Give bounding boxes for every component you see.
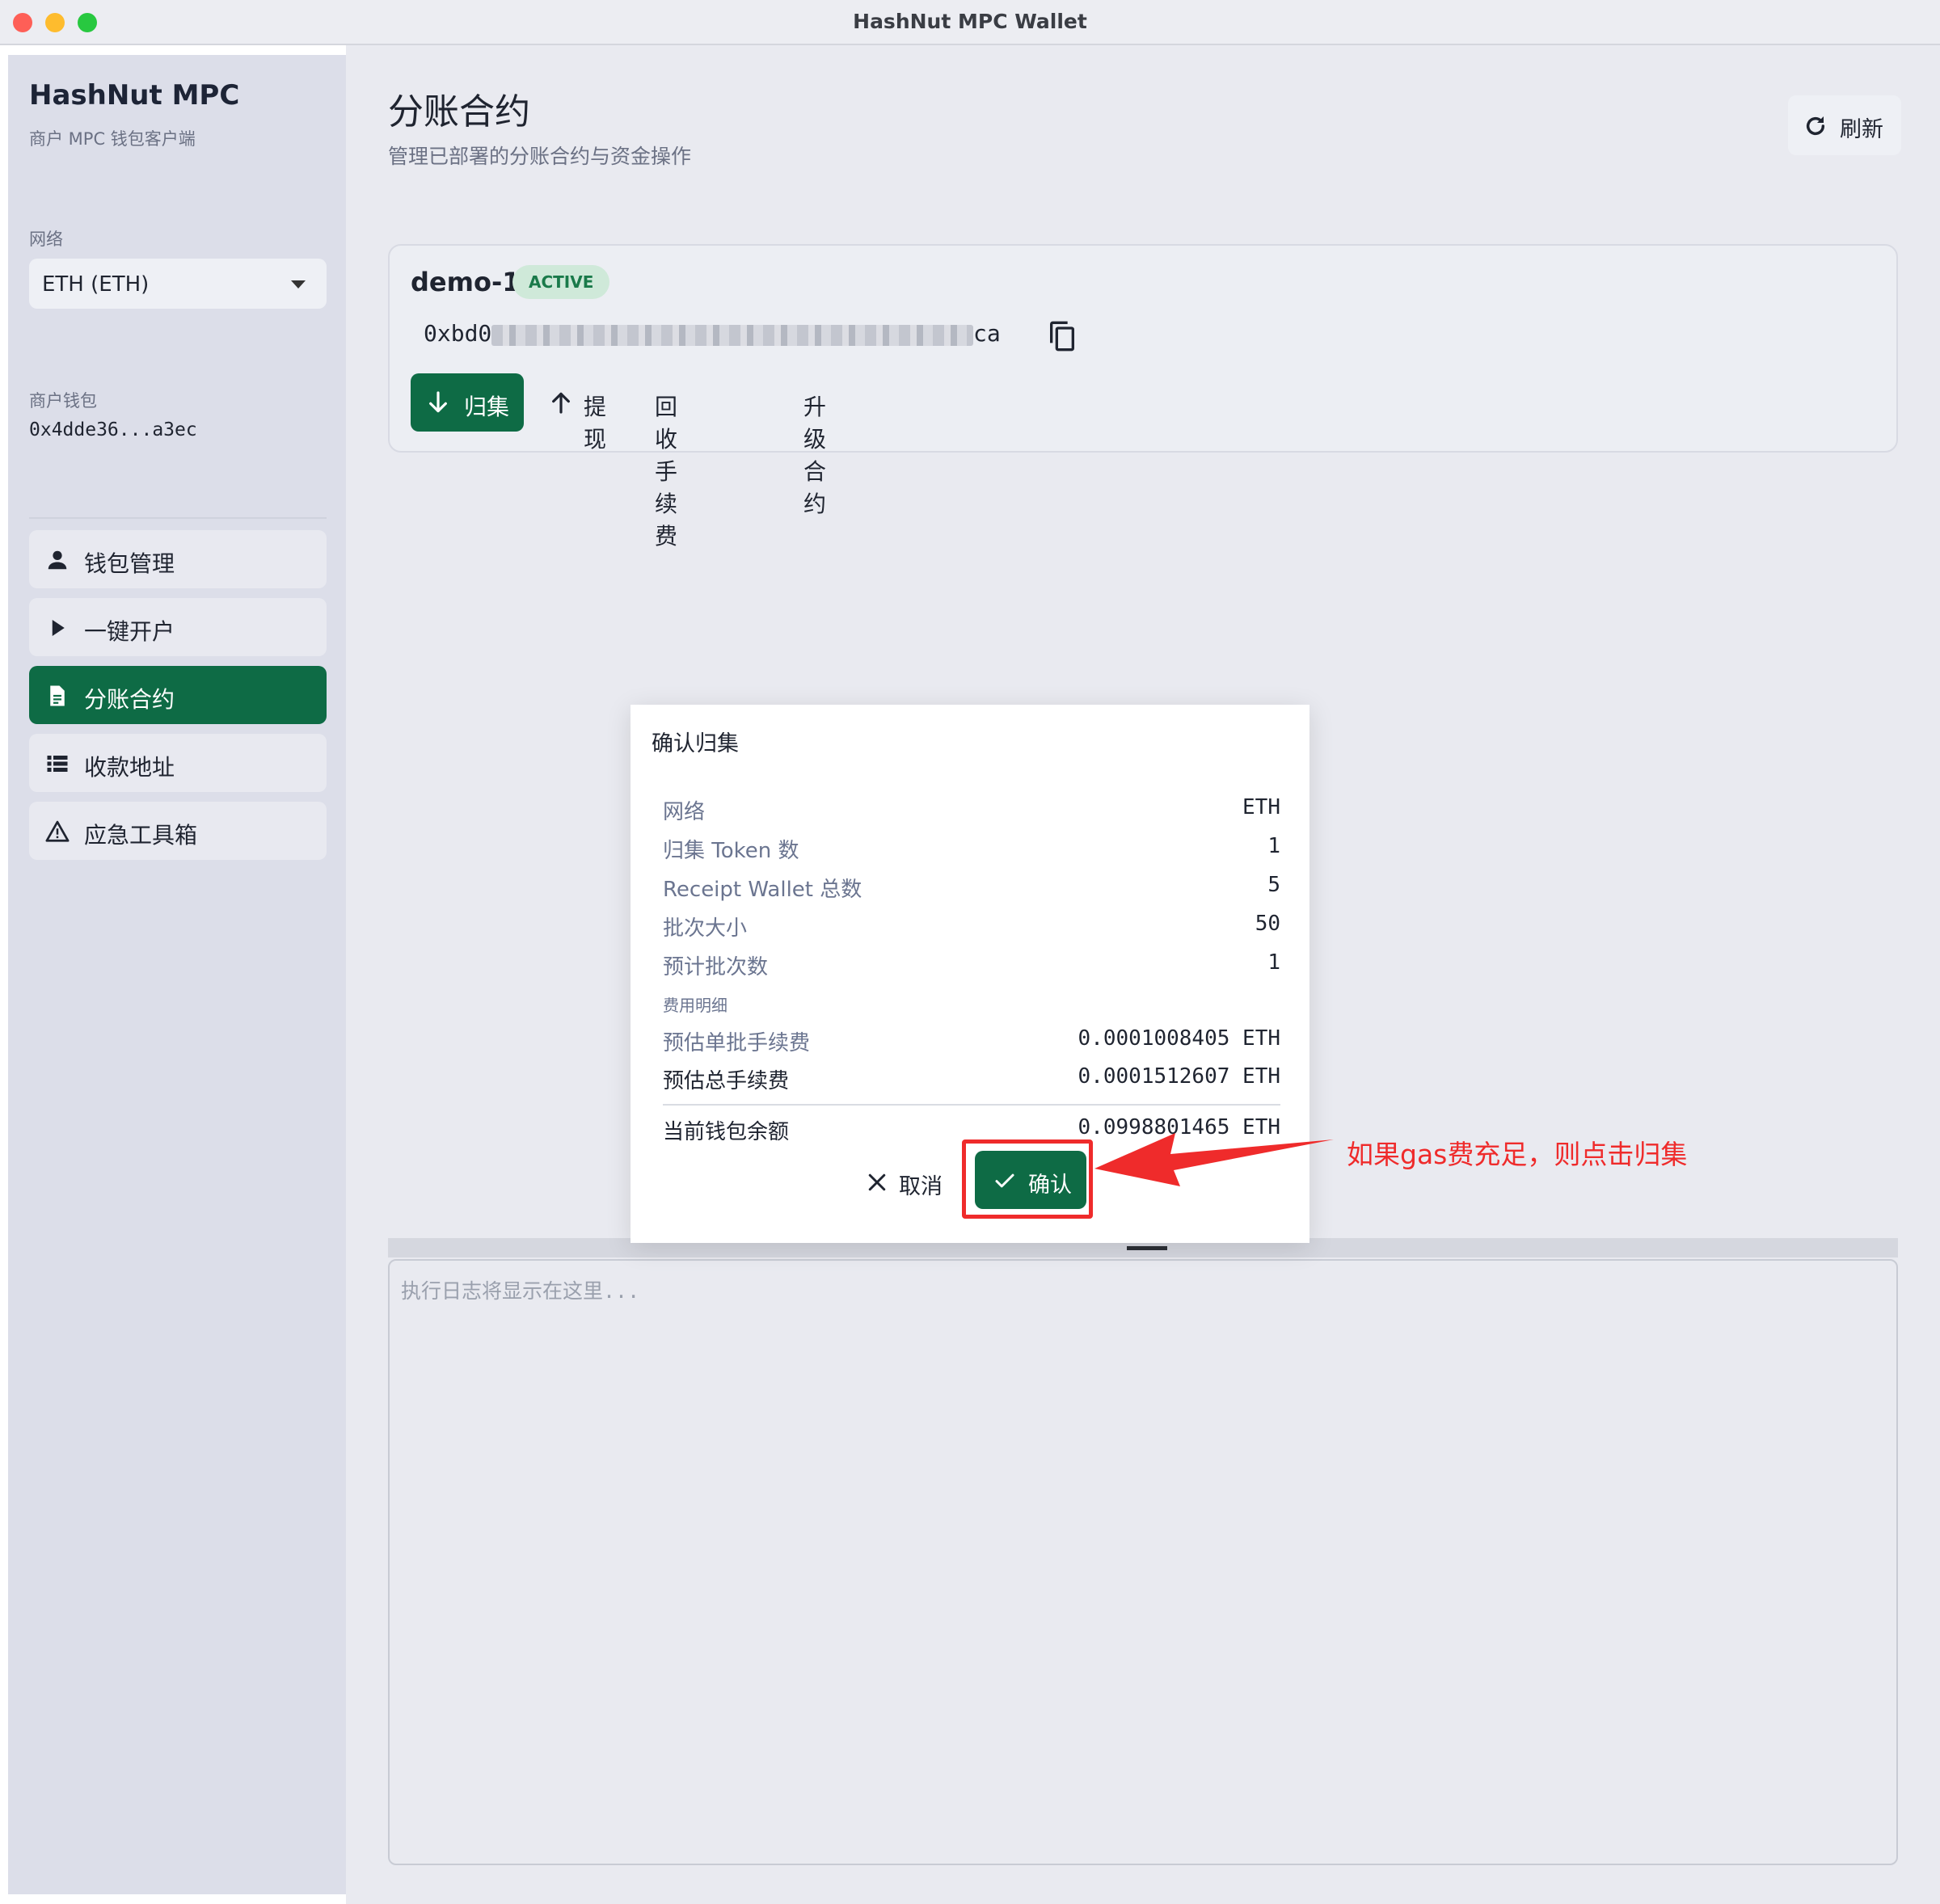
sidebar-item-label: 一键开户 (84, 618, 175, 645)
document-icon (50, 685, 65, 706)
resize-grip-icon (1127, 1246, 1167, 1250)
sidebar-item-label: 应急工具箱 (84, 822, 198, 849)
dialog-row-value: 1 (1267, 834, 1280, 858)
address-redacted-blur (491, 325, 973, 346)
annotation-arrow-icon (1094, 1133, 1334, 1186)
contract-name: demo-1 (411, 267, 521, 297)
sidebar-item-quick-open[interactable]: 一键开户 (29, 598, 327, 656)
collect-button-label: 归集 (464, 394, 510, 420)
brand-subtitle: 商户 MPC 钱包客户端 (29, 129, 196, 149)
dialog-row-key: 预估单批手续费 (663, 1031, 811, 1055)
reclaim-fee-button[interactable]: 回收手续费 (655, 390, 677, 551)
fee-section-title: 费用明细 (663, 996, 728, 1015)
dialog-row-key: 归集 Token 数 (663, 839, 799, 863)
dialog-row: 批次大小 50 (663, 912, 1280, 941)
network-label: 网络 (29, 230, 63, 249)
dialog-fee-row: 预估单批手续费 0.0001008405 ETH (663, 1026, 1280, 1055)
dialog-row: Receipt Wallet 总数 5 (663, 873, 1280, 902)
sidebar-item-label: 钱包管理 (84, 550, 175, 577)
network-select[interactable]: ETH (ETH) (29, 259, 327, 309)
arrow-up-icon[interactable] (548, 390, 574, 415)
sidebar-item-label: 分账合约 (84, 686, 175, 713)
close-icon (868, 1173, 886, 1191)
dialog-row-value: 50 (1255, 912, 1280, 936)
window-titlebar: HashNut MPC Wallet (0, 0, 1940, 45)
dialog-row-value: 0.0001512607 ETH (1078, 1064, 1280, 1089)
contract-address-end: ca (973, 320, 1001, 347)
dialog-row-key: 网络 (663, 800, 706, 824)
dialog-row: 归集 Token 数 1 (663, 834, 1280, 863)
contract-address-start: 0xbd0 (424, 320, 492, 347)
dialog-row-value: 5 (1267, 873, 1280, 897)
dialog-row-key: Receipt Wallet 总数 (663, 878, 862, 902)
log-placeholder: 执行日志将显示在这里... (401, 1279, 640, 1303)
dialog-fee-row: 预估总手续费 0.0001512607 ETH (663, 1064, 1280, 1093)
dialog-row-value: ETH (1242, 795, 1280, 819)
collect-button[interactable]: 归集 (411, 373, 524, 432)
wallet-address: 0x4dde36...a3ec (29, 419, 197, 440)
sidebar-divider (29, 517, 327, 519)
warning-icon (45, 820, 70, 842)
dialog-title: 确认归集 (652, 731, 739, 756)
play-icon (52, 620, 65, 636)
dialog-row-value: 0.0001008405 ETH (1078, 1026, 1280, 1051)
window-title: HashNut MPC Wallet (853, 10, 1087, 33)
execution-log[interactable]: 执行日志将显示在这里... (388, 1259, 1898, 1865)
refresh-icon (1806, 116, 1825, 136)
arrow-down-icon (429, 391, 447, 413)
chevron-down-icon (291, 280, 306, 289)
page-subtitle: 管理已部署的分账合约与资金操作 (388, 145, 692, 168)
dialog-row: 网络 ETH (663, 795, 1280, 824)
withdraw-button[interactable]: 提现 (584, 390, 606, 454)
sidebar: HashNut MPC 商户 MPC 钱包客户端 网络 ETH (ETH) 商户… (8, 55, 346, 1894)
sidebar-item-label: 收款地址 (84, 754, 175, 781)
annotation-text: 如果gas费充足，则点击归集 (1347, 1139, 1688, 1170)
copy-icon[interactable] (1046, 320, 1078, 352)
dialog-divider (663, 1104, 1280, 1106)
sidebar-item-wallet-management[interactable]: 钱包管理 (29, 530, 327, 588)
sidebar-item-split-contract[interactable]: 分账合约 (29, 666, 327, 724)
status-badge: ACTIVE (512, 265, 610, 299)
list-icon (47, 756, 68, 772)
contract-card: demo-1 ACTIVE 0xbd0 ca 归集 提现 回收手续费 升级合约 (388, 244, 1898, 550)
network-select-value: ETH (ETH) (42, 272, 150, 297)
person-icon (48, 550, 67, 570)
refresh-button[interactable]: 刷新 (1788, 95, 1901, 155)
dialog-row-key: 批次大小 (663, 916, 748, 941)
page-title: 分账合约 (388, 91, 530, 133)
sidebar-item-receipt-address[interactable]: 收款地址 (29, 734, 327, 792)
annotation-highlight-box (962, 1139, 1093, 1219)
brand-title: HashNut MPC (29, 79, 240, 112)
dialog-row-value: 1 (1267, 950, 1280, 975)
upgrade-contract-button[interactable]: 升级合约 (803, 390, 826, 519)
dialog-row-key: 预估总手续费 (663, 1069, 790, 1093)
refresh-label: 刷新 (1840, 117, 1883, 142)
dialog-row-key: 预计批次数 (663, 955, 769, 979)
dialog-row: 预计批次数 1 (663, 950, 1280, 979)
dialog-row-key: 当前钱包余额 (663, 1120, 790, 1144)
sidebar-item-emergency-toolbox[interactable]: 应急工具箱 (29, 802, 327, 860)
cancel-button-label: 取消 (899, 1174, 943, 1199)
wallet-label: 商户钱包 (29, 391, 97, 411)
